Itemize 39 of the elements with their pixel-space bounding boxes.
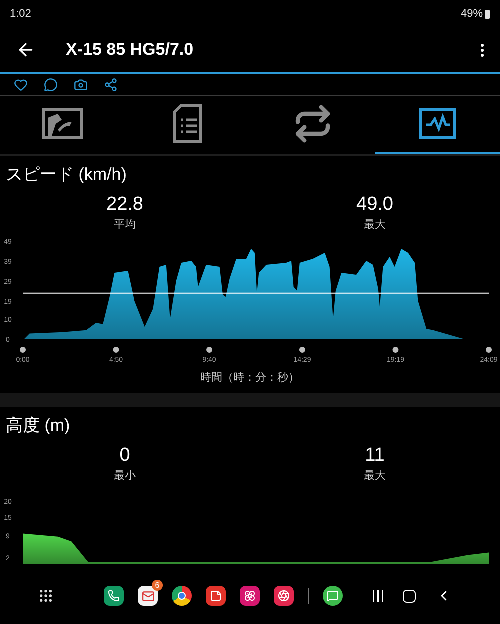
phone-icon[interactable] xyxy=(104,586,124,606)
flower-icon[interactable] xyxy=(240,586,260,606)
section-title: 高度 (m) xyxy=(5,414,72,436)
status-time: 1:02 xyxy=(10,6,32,22)
stat-label: 最小 xyxy=(114,468,136,482)
battery-level: 49% xyxy=(460,6,483,22)
note-icon[interactable] xyxy=(206,586,226,606)
activity-chart-icon xyxy=(418,108,456,140)
battery-icon xyxy=(485,10,490,18)
map-icon xyxy=(42,108,84,140)
axis-tick-dot xyxy=(113,347,120,353)
stat-value: 22.8 xyxy=(106,194,144,216)
stat-label: 平均 xyxy=(114,218,136,232)
comment-icon[interactable] xyxy=(44,78,58,92)
browser-icon[interactable] xyxy=(172,586,192,606)
document-icon xyxy=(172,104,202,144)
stat-value: 49.0 xyxy=(356,194,394,216)
stat-label: 最大 xyxy=(364,468,386,482)
axis-title: 時間（時：分：秒） xyxy=(200,371,300,386)
heart-icon[interactable] xyxy=(14,78,28,92)
stat-label: 最大 xyxy=(364,218,386,232)
axis-tick-dot xyxy=(299,347,306,353)
axis-tick-dot xyxy=(392,347,399,353)
camera-app-icon[interactable] xyxy=(274,586,294,606)
recent-apps-icon[interactable] xyxy=(372,590,384,602)
notification-badge: 6 xyxy=(152,580,163,592)
chat-app-icon[interactable] xyxy=(323,586,343,606)
axis-tick-dot xyxy=(486,347,492,353)
share-icon[interactable] xyxy=(104,78,118,92)
stat-value: 11 xyxy=(365,444,385,466)
section-title: スピード (km/h) xyxy=(5,164,128,186)
app-grid-icon[interactable] xyxy=(38,588,54,604)
home-icon[interactable] xyxy=(403,590,416,603)
activity-title: X-15 85 HG5/7.0 xyxy=(66,39,194,62)
axis-tick-dot xyxy=(206,347,213,353)
camera-icon[interactable] xyxy=(74,78,88,92)
more-options-icon[interactable] xyxy=(481,44,484,56)
stat-value: 0 xyxy=(120,444,130,466)
axis-tick-dot xyxy=(20,347,26,353)
